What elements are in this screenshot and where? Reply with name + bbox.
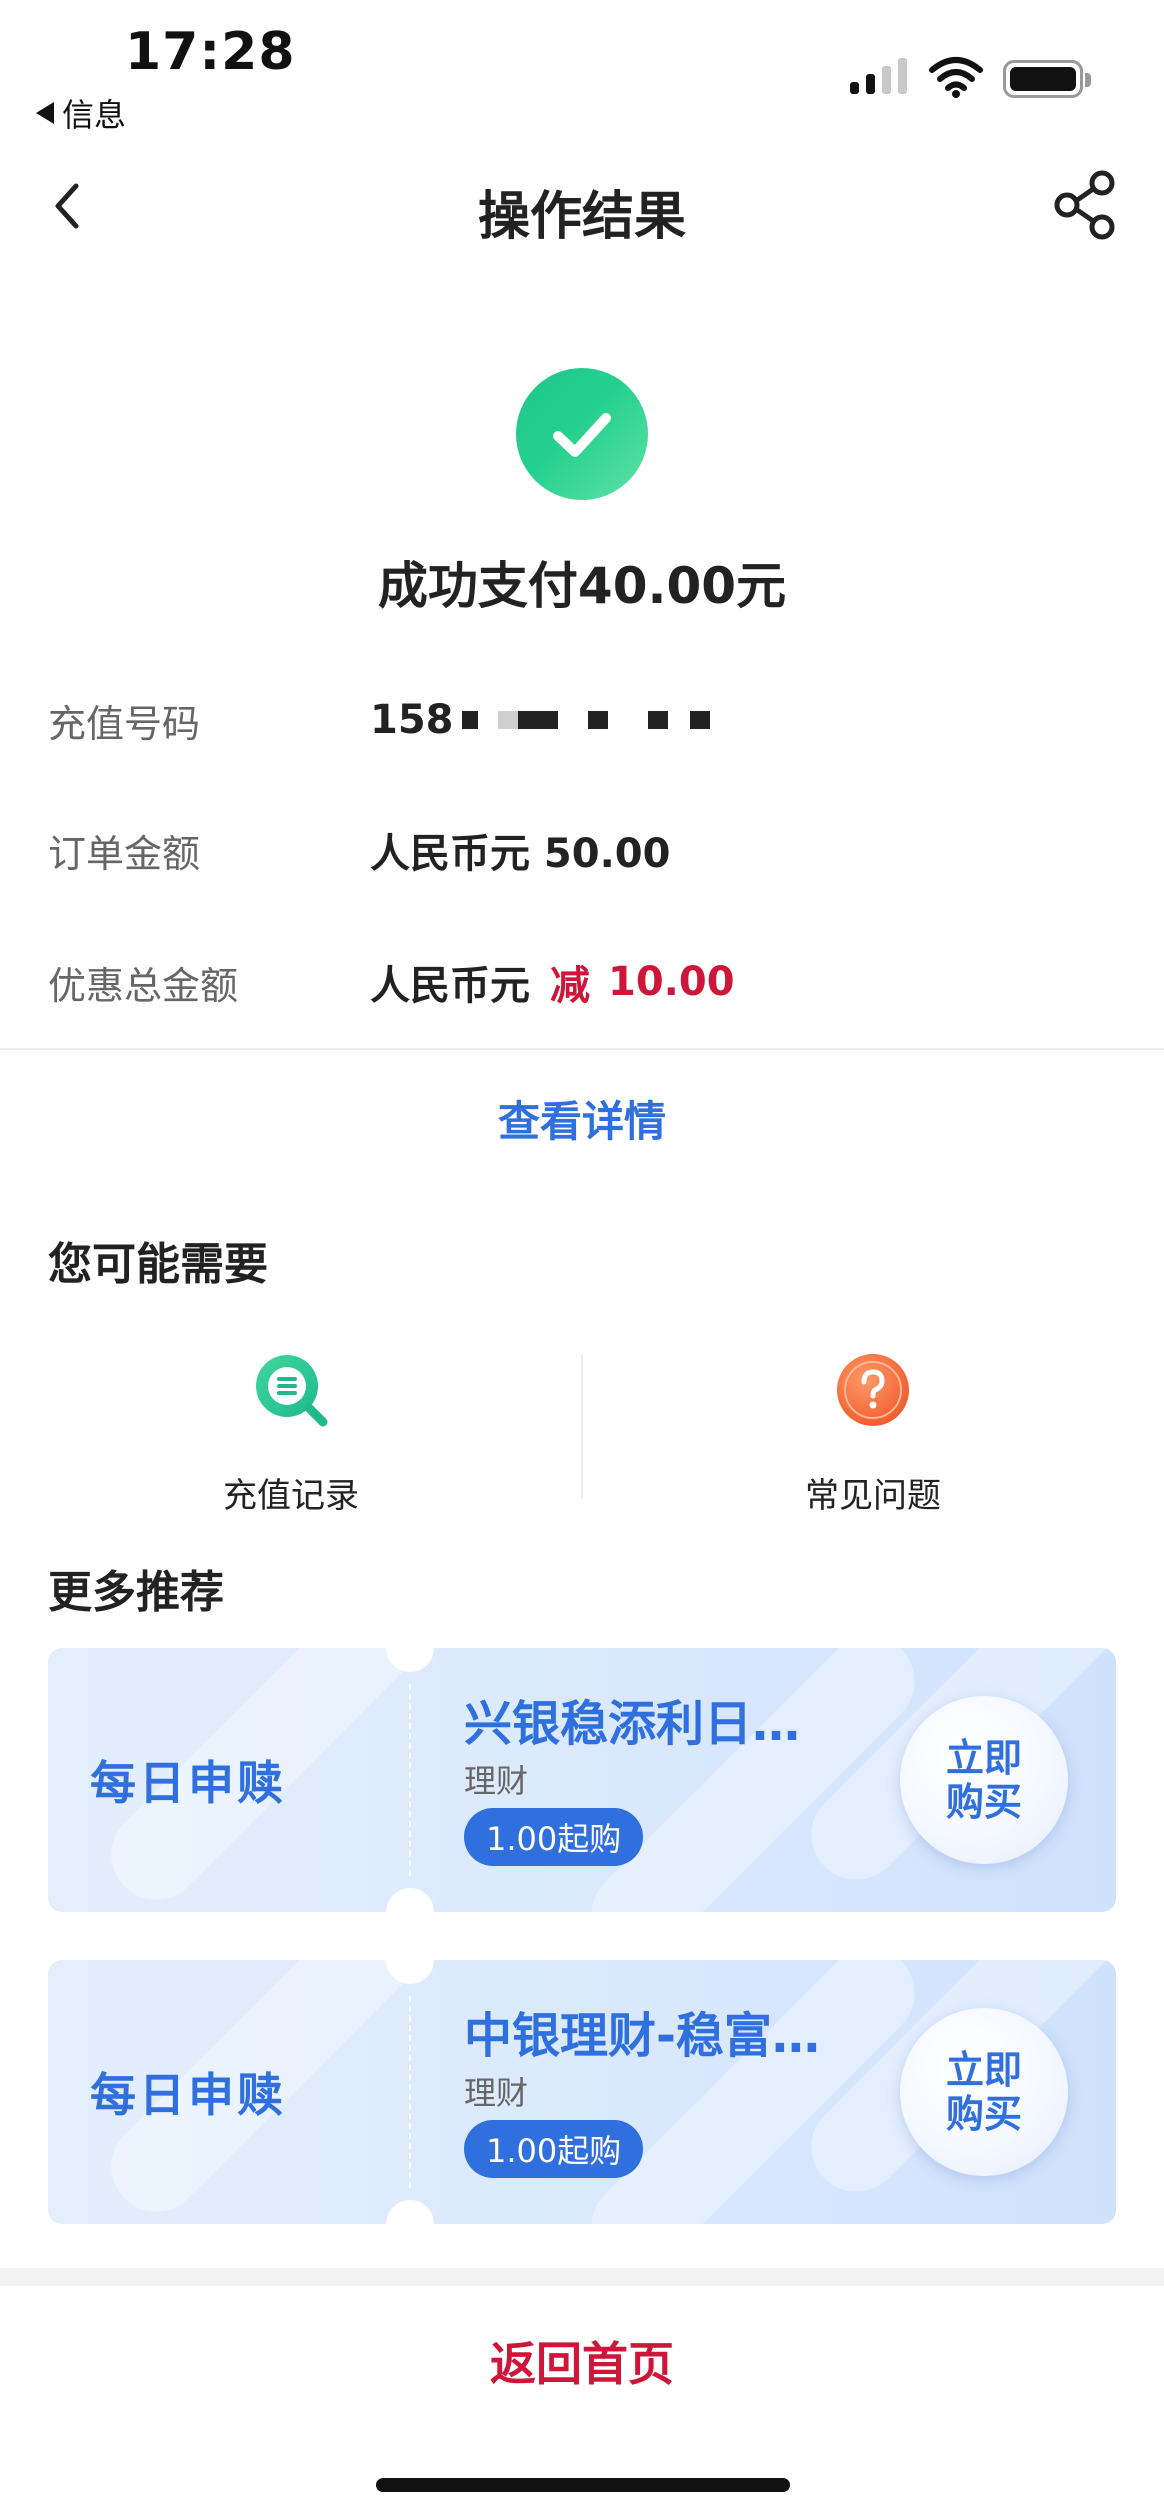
battery-icon (1003, 60, 1091, 98)
product-type: 理财 (464, 1762, 529, 1800)
home-indicator[interactable] (376, 2478, 790, 2492)
divider (0, 1048, 1164, 1050)
status-back-to-app[interactable]: 信息 (36, 90, 126, 136)
quick-link-label: 常见问题 (805, 1476, 941, 1516)
phone-value: 158 (370, 697, 710, 743)
discount-amount: 10.00 (608, 959, 735, 1005)
product-tag: 每日申赎 (90, 2068, 286, 2122)
back-triangle-icon (36, 102, 54, 124)
nav-bar: 操作结果 (0, 160, 1164, 250)
discount-minus: 减 (550, 963, 590, 1009)
buy-now-button[interactable]: 立即 购买 (900, 1696, 1068, 1864)
phone-label: 充值号码 (48, 701, 201, 746)
min-purchase-badge: 1.00起购 (464, 2120, 644, 2178)
payment-result-title: 成功支付40.00元 (377, 557, 787, 615)
page-title: 操作结果 (477, 187, 686, 247)
product-name: 兴银稳添利日… (464, 1696, 801, 1752)
buy-now-button[interactable]: 立即 购买 (900, 2008, 1068, 2176)
quick-link-recharge-records[interactable]: 充值记录 (0, 1350, 582, 1520)
status-time: 17:28 (125, 22, 296, 82)
mask-block (587, 711, 608, 729)
quick-link-faq[interactable]: 常见问题 (582, 1350, 1164, 1520)
product-type: 理财 (464, 2074, 529, 2112)
phone-visible-digits: 158 (370, 697, 454, 743)
search-list-icon (256, 1355, 328, 1427)
mask-block (497, 711, 518, 729)
question-icon (837, 1354, 909, 1426)
bottom-separator (0, 2268, 1164, 2286)
discount-currency: 人民币元 (370, 963, 530, 1009)
quick-link-label: 充值记录 (223, 1476, 359, 1516)
min-purchase-badge: 1.00起购 (464, 1808, 644, 1866)
wifi-icon (929, 57, 983, 98)
product-card[interactable]: 每日申赎 中银理财-稳富… 理财 1.00起购 立即 购买 (48, 1960, 1116, 2224)
detail-row-order-amount: 订单金额 人民币元 50.00 (48, 820, 1128, 880)
discount-label: 优惠总金额 (48, 963, 239, 1008)
mask-block (461, 711, 478, 729)
back-to-home-button[interactable]: 返回首页 (0, 2328, 1164, 2394)
mask-block (689, 711, 710, 729)
share-icon[interactable] (1052, 170, 1118, 240)
detail-row-discount: 优惠总金额 人民币元 减 10.00 (48, 952, 1128, 1012)
mask-block (647, 711, 668, 729)
product-name: 中银理财-稳富… (464, 2008, 820, 2064)
status-back-label: 信息 (62, 96, 127, 134)
discount-value: 人民币元 减 10.00 (370, 953, 735, 1011)
order-amount-value: 人民币元 50.00 (370, 831, 671, 877)
status-bar: 17:28 信息 (0, 0, 1164, 140)
product-tag: 每日申赎 (90, 1756, 286, 1810)
more-recommend-title: 更多推荐 (48, 1567, 224, 1618)
mask-block (517, 711, 558, 729)
signal-icon (850, 58, 907, 94)
order-amount-label: 订单金额 (48, 831, 201, 876)
view-detail-link[interactable]: 查看详情 (0, 1088, 1164, 1149)
you-may-need-title: 您可能需要 (48, 1239, 268, 1290)
product-card[interactable]: 每日申赎 兴银稳添利日… 理财 1.00起购 立即 购买 (48, 1648, 1116, 1912)
check-circle-icon (516, 368, 648, 500)
detail-row-phone: 充值号码 158 (48, 690, 1128, 750)
